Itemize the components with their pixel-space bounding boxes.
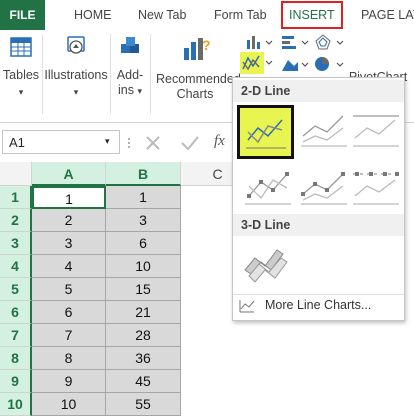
chevron-down-icon: ▾ <box>137 86 142 96</box>
cancel-icon[interactable] <box>144 134 162 152</box>
section-2d-line: 2-D Line <box>233 80 404 102</box>
recommended-charts-label-line2: Charts <box>176 87 214 101</box>
line-icon <box>246 119 286 149</box>
ribbon-divider <box>42 34 43 114</box>
row-header-3[interactable]: 3 <box>0 232 32 255</box>
line-with-markers-option[interactable] <box>241 166 295 210</box>
recommended-charts-button[interactable]: ? Recommended Charts <box>156 34 241 102</box>
select-all-corner[interactable] <box>0 162 32 186</box>
stacked-line-chart-option[interactable] <box>297 108 351 152</box>
ribbon-divider <box>150 34 151 114</box>
tab-page-layout[interactable]: PAGE LAY <box>361 0 414 30</box>
cell-a5[interactable]: 5 <box>32 278 106 301</box>
addins-icon <box>121 37 139 53</box>
recommended-charts-icon: ? <box>184 37 211 60</box>
illustrations-icon <box>67 36 85 54</box>
tables-button[interactable]: Tables ▾ <box>2 34 40 100</box>
row-header-1[interactable]: 1 <box>0 186 32 209</box>
cell-a10[interactable]: 10 <box>32 393 106 416</box>
tab-new-tab[interactable]: New Tab <box>138 0 186 30</box>
section-3d-line: 3-D Line <box>233 214 404 236</box>
cell-a3[interactable]: 3 <box>32 232 106 255</box>
more-line-charts-label: More Line Charts... <box>265 298 372 312</box>
cell-a6[interactable]: 6 <box>32 301 106 324</box>
table-icon <box>10 37 32 57</box>
cell-a7[interactable]: 7 <box>32 324 106 347</box>
bar-chart-icon[interactable] <box>280 34 312 50</box>
row-header-5[interactable]: 5 <box>0 278 32 301</box>
area-chart-icon[interactable] <box>280 56 312 72</box>
tab-form-tab[interactable]: Form Tab <box>214 0 267 30</box>
row-header-4[interactable]: 4 <box>0 255 32 278</box>
addins-label-line1: Add- <box>116 68 144 82</box>
3d-line-chart-option[interactable] <box>239 240 293 284</box>
row-header-7[interactable]: 7 <box>0 324 32 347</box>
chevron-down-icon: ▾ <box>105 136 110 146</box>
pie-chart-icon[interactable] <box>313 56 347 72</box>
row-header-9[interactable]: 9 <box>0 370 32 393</box>
line-chart-dropdown: 2-D Line 3-D Line More Line Charts... <box>232 77 405 321</box>
insert-function-button[interactable]: fx <box>214 133 225 150</box>
100-stacked-line-chart-option[interactable] <box>349 108 403 152</box>
line-chart-small-icon <box>239 300 255 313</box>
line-chart-icon[interactable] <box>240 52 274 74</box>
ribbon-tab-bar: FILE HOME New Tab Form Tab INSERT PAGE L… <box>0 0 414 30</box>
cell-a4[interactable]: 4 <box>32 255 106 278</box>
stacked-line-with-markers-option[interactable] <box>297 166 351 210</box>
cell-b10[interactable]: 55 <box>106 393 181 416</box>
row-header-8[interactable]: 8 <box>0 347 32 370</box>
cell-b4[interactable]: 10 <box>106 255 181 278</box>
cell-b3[interactable]: 6 <box>106 232 181 255</box>
row-header-10[interactable]: 10 <box>0 393 32 416</box>
cell-a9[interactable]: 9 <box>32 370 106 393</box>
cell-b9[interactable]: 45 <box>106 370 181 393</box>
cell-b5[interactable]: 15 <box>106 278 181 301</box>
tables-label: Tables <box>2 68 40 82</box>
addins-button[interactable]: Add- ins ▾ <box>112 34 148 99</box>
chevron-down-icon: ▾ <box>73 87 79 97</box>
radar-chart-icon[interactable] <box>313 33 347 51</box>
tab-file[interactable]: FILE <box>0 0 45 30</box>
name-box[interactable]: A1 ▾ <box>2 130 120 154</box>
cell-b2[interactable]: 3 <box>106 209 181 232</box>
cell-a2[interactable]: 2 <box>32 209 106 232</box>
illustrations-button[interactable]: Illustrations ▾ <box>44 34 108 100</box>
cell-b7[interactable]: 28 <box>106 324 181 347</box>
cell-a8[interactable]: 8 <box>32 347 106 370</box>
tab-home[interactable]: HOME <box>74 0 112 30</box>
column-chart-icon[interactable] <box>244 34 274 50</box>
cell-b6[interactable]: 21 <box>106 301 181 324</box>
more-line-charts-link[interactable]: More Line Charts... <box>233 294 404 317</box>
chevron-down-icon: ▾ <box>18 87 24 97</box>
addins-label-line2: ins <box>118 83 134 97</box>
row-header-6[interactable]: 6 <box>0 301 32 324</box>
grip-icon <box>128 138 130 148</box>
name-box-value: A1 <box>9 135 25 150</box>
illustrations-label: Illustrations <box>44 68 108 82</box>
100-stacked-line-with-markers-option[interactable] <box>349 166 403 210</box>
cell-b8[interactable]: 36 <box>106 347 181 370</box>
enter-check-icon[interactable] <box>180 134 200 152</box>
tab-insert[interactable]: INSERT <box>281 1 343 29</box>
column-header-b[interactable]: B <box>106 162 181 186</box>
svg-text:?: ? <box>202 37 211 53</box>
ribbon-divider <box>110 34 111 114</box>
cell-a1[interactable]: 1 <box>32 186 106 209</box>
cell-b1[interactable]: 1 <box>106 186 181 209</box>
column-header-a[interactable]: A <box>32 162 106 186</box>
recommended-charts-label-line1: Recommended <box>156 72 241 86</box>
row-header-2[interactable]: 2 <box>0 209 32 232</box>
line-chart-option[interactable] <box>237 105 294 159</box>
